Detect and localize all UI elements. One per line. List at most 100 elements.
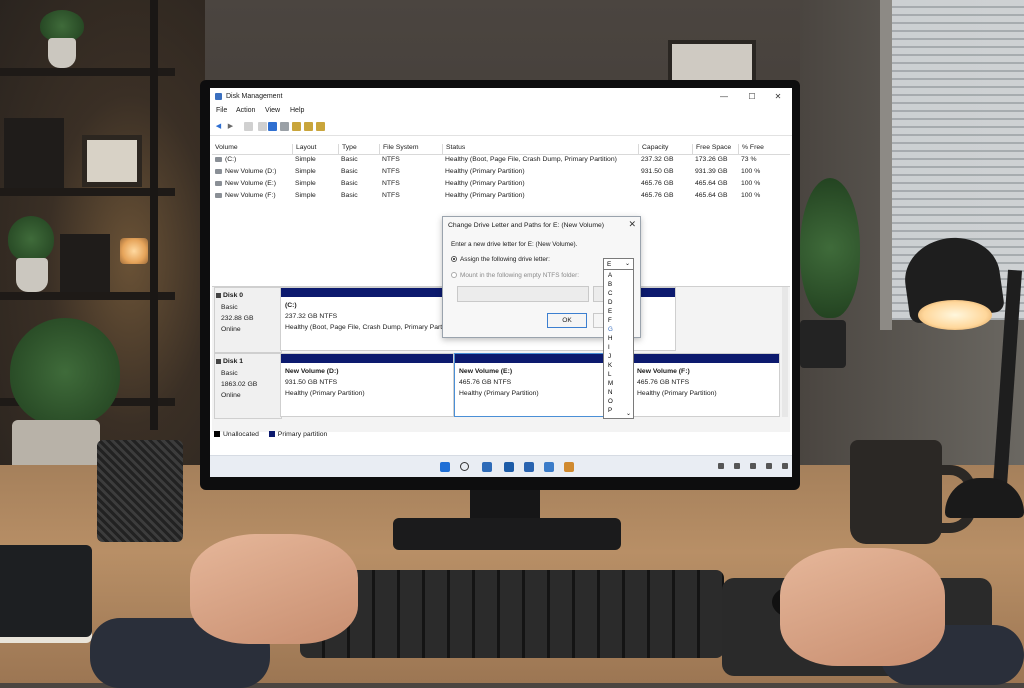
forward-icon[interactable]: ▶ xyxy=(226,122,235,131)
disk-0-label[interactable]: Disk 0 Basic 232.88 GB Online xyxy=(214,287,282,353)
column-header-layout[interactable]: Layout xyxy=(292,144,316,154)
disk-map-scrollbar[interactable] xyxy=(782,287,788,417)
folder-path-input[interactable] xyxy=(457,286,589,302)
dialog-title: Change Drive Letter and Paths for E: (Ne… xyxy=(448,222,605,229)
menu-help[interactable]: Help xyxy=(290,107,304,114)
menu-file[interactable]: File xyxy=(216,107,227,114)
column-header-type[interactable]: Type xyxy=(338,144,357,154)
drive-letter-value: E xyxy=(607,261,612,268)
cell-percent-free: 100 % xyxy=(741,168,761,175)
volume-icon[interactable] xyxy=(750,463,756,469)
drive-letter-option[interactable]: H xyxy=(608,335,612,342)
drive-letter-option[interactable]: A xyxy=(608,272,612,279)
cell-capacity: 237.32 GB xyxy=(641,156,674,163)
drive-letter-option[interactable]: D xyxy=(608,299,612,306)
drive-icon xyxy=(215,156,222,162)
network-icon[interactable] xyxy=(734,463,740,469)
cell-percent-free: 73 % xyxy=(741,156,757,163)
drive-letter-option[interactable]: C xyxy=(608,290,612,297)
windows-start-icon[interactable] xyxy=(440,462,450,472)
disk-name: Disk 1 xyxy=(223,358,244,365)
properties-icon[interactable] xyxy=(244,122,253,131)
mount-folder-label: Mount in the following empty NTFS folder… xyxy=(460,272,579,279)
drive-letter-option[interactable]: E xyxy=(608,308,612,315)
table-row[interactable]: New Volume (E:) Simple Basic NTFS Health… xyxy=(212,178,790,190)
column-header-percent-free[interactable]: % Free xyxy=(738,144,764,154)
cell-layout: Simple xyxy=(295,156,316,163)
drive-letter-option[interactable]: N xyxy=(608,389,612,396)
wall-picture-frame xyxy=(668,40,756,84)
cell-volume: New Volume (D:) xyxy=(225,168,277,175)
drive-letter-option[interactable]: B xyxy=(608,281,612,288)
partition-name: (C:) xyxy=(285,302,297,309)
shelf-lamp xyxy=(120,238,148,264)
column-header-status[interactable]: Status xyxy=(442,144,465,154)
partition-size: 465.76 GB NTFS xyxy=(637,379,690,386)
primary-partition-swatch xyxy=(268,431,275,438)
menu-action[interactable]: Action xyxy=(236,107,255,114)
disk-icon xyxy=(216,293,221,298)
drive-letter-option[interactable]: F xyxy=(608,317,612,324)
mail-icon[interactable] xyxy=(544,462,554,472)
refresh-icon[interactable] xyxy=(280,122,289,131)
chevron-up-icon[interactable] xyxy=(718,463,724,469)
store-icon[interactable] xyxy=(524,462,534,472)
column-header-file-system[interactable]: File System xyxy=(379,144,419,154)
cell-status: Healthy (Boot, Page File, Crash Dump, Pr… xyxy=(445,156,617,163)
partition-d[interactable]: New Volume (D:) 931.50 GB NTFS Healthy (… xyxy=(280,353,454,417)
battery-icon[interactable] xyxy=(766,463,772,469)
disk-status: Online xyxy=(221,392,241,399)
disk-1-label[interactable]: Disk 1 Basic 1863.02 GB Online xyxy=(214,353,282,419)
drive-letter-option[interactable]: P xyxy=(608,407,612,414)
drive-letter-option[interactable]: K xyxy=(608,362,612,369)
cell-type: Basic xyxy=(341,168,358,175)
table-row[interactable]: (C:) Simple Basic NTFS Healthy (Boot, Pa… xyxy=(212,154,790,166)
column-header-capacity[interactable]: Capacity xyxy=(638,144,668,154)
file-explorer-icon[interactable] xyxy=(482,462,492,472)
table-row[interactable]: New Volume (D:) Simple Basic NTFS Health… xyxy=(212,166,790,178)
notification-icon[interactable] xyxy=(782,463,788,469)
cell-volume: New Volume (E:) xyxy=(225,180,276,187)
column-header-free-space[interactable]: Free Space xyxy=(692,144,731,154)
help-icon[interactable] xyxy=(258,122,267,131)
shelf-board xyxy=(0,292,175,300)
assign-letter-label: Assign the following drive letter: xyxy=(460,256,550,263)
drive-letter-option[interactable]: I xyxy=(608,344,610,351)
partition-f[interactable]: New Volume (F:) 465.76 GB NTFS Healthy (… xyxy=(632,353,780,417)
drive-letter-option-highlighted[interactable]: G xyxy=(608,326,613,333)
table-row[interactable]: New Volume (F:) Simple Basic NTFS Health… xyxy=(212,190,790,202)
disk-management-icon[interactable] xyxy=(564,462,574,472)
back-icon[interactable]: ◀ xyxy=(214,122,223,131)
disk-icon[interactable] xyxy=(268,122,277,131)
drive-letter-option[interactable]: M xyxy=(608,380,613,387)
drive-letter-option[interactable]: O xyxy=(608,398,613,405)
connect-icon[interactable] xyxy=(292,122,301,131)
shelf-plant-pot xyxy=(48,38,76,68)
close-button[interactable]: ✕ xyxy=(768,91,788,103)
drive-letter-option[interactable]: L xyxy=(608,371,611,378)
minimize-button[interactable]: — xyxy=(714,91,734,103)
edge-icon[interactable] xyxy=(504,462,514,472)
search-icon[interactable] xyxy=(460,462,469,471)
keyboard xyxy=(300,570,724,658)
cell-file-system: NTFS xyxy=(382,180,400,187)
legend: Unallocated Primary partition xyxy=(214,431,327,438)
coffee-mug xyxy=(850,440,942,544)
cell-capacity: 465.76 GB xyxy=(641,180,674,187)
scroll-down-icon[interactable]: ⌄ xyxy=(626,410,631,417)
menu-view[interactable]: View xyxy=(265,107,280,114)
cell-volume: New Volume (F:) xyxy=(225,192,276,199)
delete-icon[interactable] xyxy=(304,122,313,131)
column-header-volume[interactable]: Volume xyxy=(212,144,238,154)
mount-folder-radio[interactable] xyxy=(451,272,457,278)
drive-icon xyxy=(215,180,222,186)
drive-letter-option[interactable]: J xyxy=(608,353,611,360)
assign-letter-radio[interactable] xyxy=(451,256,457,262)
ok-button[interactable]: OK xyxy=(547,313,587,328)
dialog-close-button[interactable]: ✕ xyxy=(628,219,636,230)
monitor-stand-base xyxy=(393,518,621,550)
settings-icon[interactable] xyxy=(316,122,325,131)
maximize-button[interactable]: ☐ xyxy=(742,91,762,103)
cell-layout: Simple xyxy=(295,168,316,175)
partition-size: 931.50 GB NTFS xyxy=(285,379,338,386)
